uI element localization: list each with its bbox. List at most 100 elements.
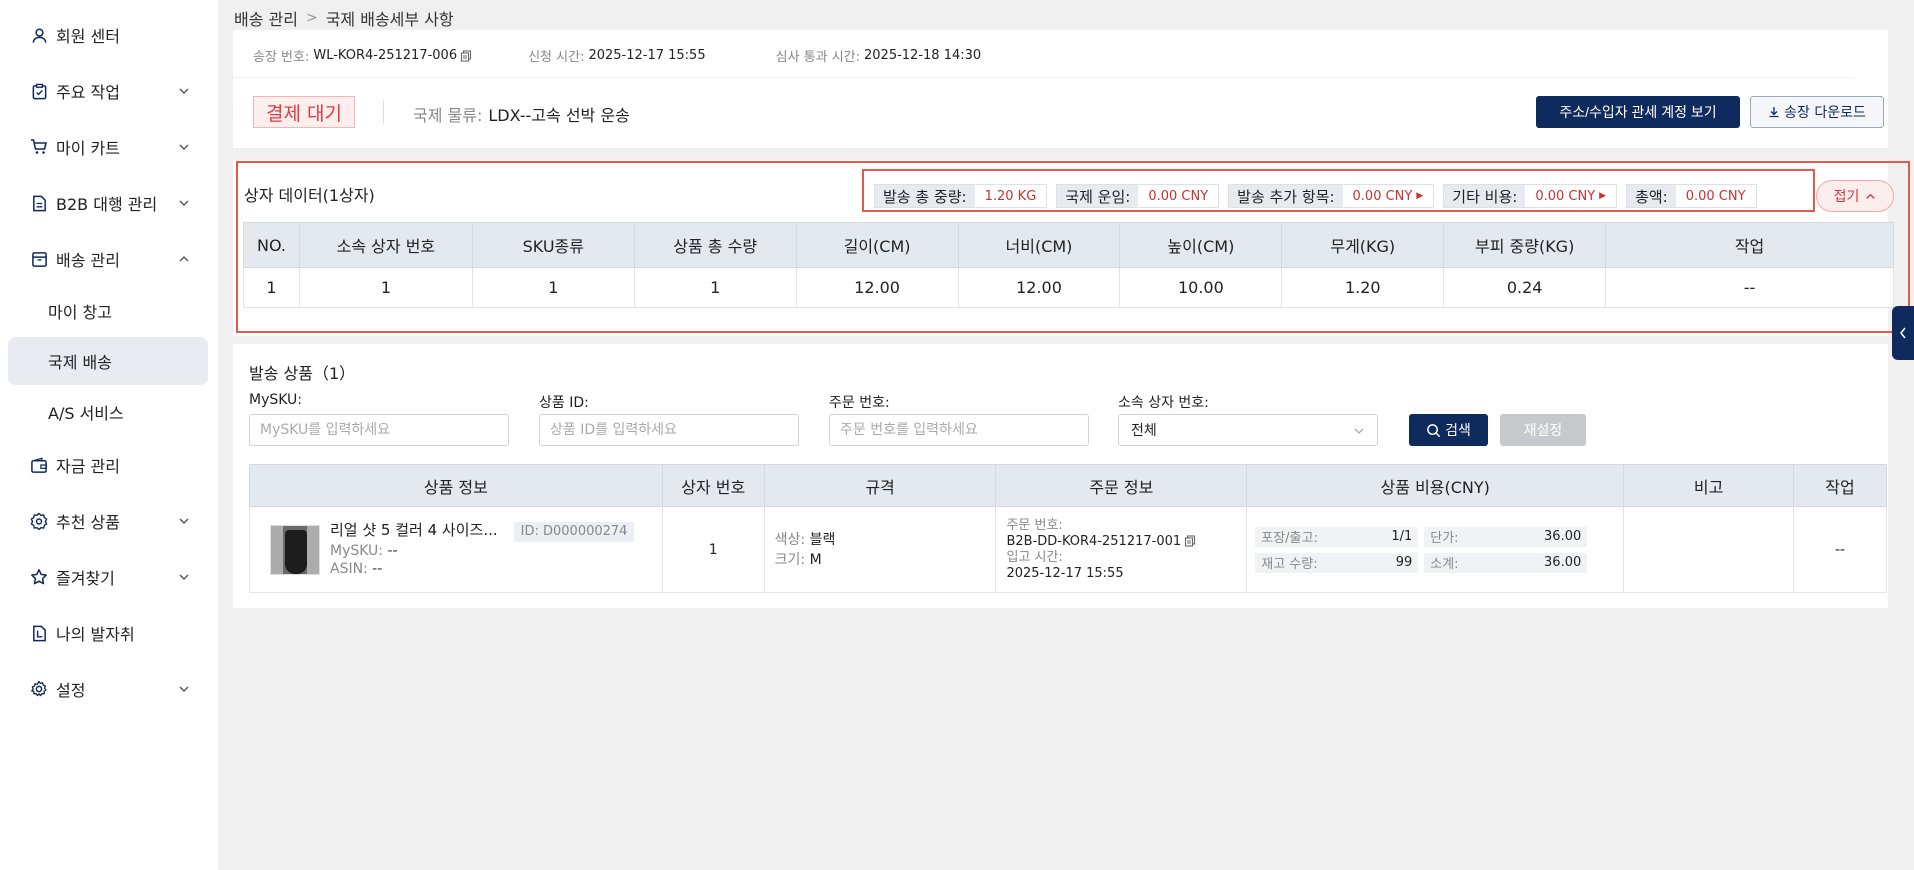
chevron-down-icon [179, 200, 189, 206]
nav-settings[interactable]: 설정 [8, 665, 208, 713]
product-id-badge: ID: D000000274 [513, 522, 635, 542]
chevron-right-icon: > [305, 10, 318, 26]
column-header: 상품 정보 [249, 464, 663, 507]
nav-sub-international-shipping[interactable]: 국제 배송 [8, 337, 208, 385]
copy-icon[interactable] [1184, 535, 1196, 547]
download-label: 송장 다운로드 [1784, 105, 1866, 121]
star-icon [30, 568, 48, 586]
box-icon [30, 250, 48, 268]
nav-recommended[interactable]: 추천 상품 [8, 497, 208, 545]
review-time-value: 2025-12-18 14:30 [864, 48, 982, 63]
divider [383, 100, 384, 124]
product-name[interactable]: 리얼 샷 5 컬러 4 사이즈... [330, 521, 498, 539]
nav-label: 나의 발자취 [56, 625, 135, 644]
nav-funds[interactable]: 자금 관리 [8, 441, 208, 489]
breadcrumb: 배송 관리 > 국제 배송세부 사항 [234, 6, 454, 30]
table-header-row: 상품 정보 상자 번호 규격 주문 정보 상품 비용(CNY) 비고 작업 [249, 464, 1887, 507]
pill-value: 0.00 CNY [1138, 185, 1219, 207]
product-id-filter-label: 상품 ID: [539, 395, 589, 411]
caret-right-icon: ▶ [1599, 191, 1607, 201]
nav-sub-my-warehouse[interactable]: 마이 창고 [8, 287, 208, 335]
side-collapse-tab[interactable] [1892, 306, 1914, 360]
pill-label: 발송 총 중량: [875, 185, 975, 207]
stock-in-value: 2025-12-17 15:55 [1006, 565, 1124, 581]
column-header: 높이(CM) [1119, 222, 1283, 268]
fold-label: 접기 [1833, 189, 1860, 205]
pill-value: 0.00 CNY [1675, 185, 1756, 207]
cart-icon [30, 138, 48, 156]
stock-qty-item: 재고 수량: 99 [1255, 552, 1419, 573]
download-icon [1769, 107, 1779, 118]
pill-value: 0.00 CNY [1535, 188, 1596, 204]
pill-value: 0.00 CNY [1352, 188, 1413, 204]
nav-label: 주요 작업 [56, 83, 120, 102]
gear-icon [30, 680, 48, 698]
cost-label: 재고 수량: [1261, 557, 1318, 572]
nav-sub-label: A/S 서비스 [48, 404, 124, 423]
nav-label: 마이 카트 [56, 139, 120, 158]
nav-sub-label: 마이 창고 [48, 303, 112, 322]
download-invoice-button[interactable]: 송장 다운로드 [1750, 96, 1884, 128]
box-number-cell: 1 [661, 506, 765, 593]
order-number-input[interactable] [829, 414, 1089, 446]
table-cell: 10.00 [1119, 267, 1283, 308]
user-icon [30, 26, 48, 44]
size-value: M [809, 551, 822, 568]
breadcrumb-current: 국제 배송세부 사항 [325, 10, 454, 29]
stock-in-label: 입고 시간: [1006, 549, 1063, 565]
column-header: 너비(CM) [957, 222, 1121, 268]
review-time-label: 심사 통과 시간: [775, 50, 861, 65]
column-header: 상자 번호 [661, 464, 765, 507]
document-icon [30, 194, 48, 212]
size-label: 크기: [774, 551, 806, 568]
box-number-select[interactable]: 전체 [1118, 414, 1378, 446]
chevron-down-icon [1354, 428, 1364, 434]
nav-b2b[interactable]: B2B 대행 관리 [8, 179, 208, 227]
product-id-input[interactable] [539, 414, 799, 446]
copy-icon[interactable] [460, 49, 472, 62]
invoice-number: 송장 번호: WL-KOR4-251217-006 [253, 46, 472, 65]
column-header: NO. [243, 222, 300, 268]
cost-value: 36.00 [1544, 529, 1582, 544]
invoice-label: 송장 번호: [253, 50, 310, 65]
table-row: 리얼 샷 5 컬러 4 사이즈... ID: D000000274 MySKU: … [249, 506, 1887, 593]
search-label: 검색 [1445, 422, 1471, 438]
order-info-cell: 주문 번호: B2B-DD-KOR4-251217-001 입고 시간: 202… [995, 506, 1248, 593]
nav-sub-as-service[interactable]: A/S 서비스 [8, 388, 208, 436]
table-header-row: NO. 소속 상자 번호 SKU종류 상품 총 수량 길이(CM) 너비(CM)… [243, 222, 1894, 268]
spec-cell: 색상: 블랙 크기: M [763, 506, 997, 593]
nav-main-tasks[interactable]: 주요 작업 [8, 67, 208, 115]
column-header: 소속 상자 번호 [298, 222, 473, 268]
mysku-input[interactable] [249, 414, 509, 446]
nav-member-center[interactable]: 회원 센터 [8, 11, 208, 59]
total-weight-pill: 발송 총 중량: 1.20 KG [874, 184, 1048, 208]
review-time: 심사 통과 시간: 2025-12-18 14:30 [776, 46, 982, 65]
nav-label: B2B 대행 관리 [56, 195, 158, 214]
chevron-down-icon [179, 686, 189, 692]
pill-value-wrap: 0.00 CNY ▶ [1342, 185, 1434, 207]
search-button[interactable]: 검색 [1409, 414, 1488, 446]
product-thumbnail[interactable] [270, 524, 320, 575]
extra-items-pill[interactable]: 발송 추가 항목: 0.00 CNY ▶ [1228, 184, 1435, 208]
nav-favorites[interactable]: 즐겨찾기 [8, 553, 208, 601]
box-number-filter-label: 소속 상자 번호: [1118, 395, 1209, 411]
reset-button[interactable]: 재설정 [1500, 414, 1586, 446]
pill-label: 기타 비용: [1444, 185, 1526, 207]
nav-footprint[interactable]: 나의 발자취 [8, 609, 208, 657]
pack-out-item: 포장/출고: 1/1 [1255, 526, 1419, 547]
other-cost-pill[interactable]: 기타 비용: 0.00 CNY ▶ [1443, 184, 1618, 208]
nav-label: 추천 상품 [56, 513, 120, 532]
pill-label: 총액: [1627, 185, 1676, 207]
column-header: 작업 [1605, 222, 1894, 268]
meta-row: 송장 번호: WL-KOR4-251217-006 신청 시간: 2025-12… [253, 46, 981, 65]
nav-label: 배송 관리 [56, 251, 120, 270]
column-header: 비고 [1623, 464, 1795, 507]
nav-shipping[interactable]: 배송 관리 [8, 235, 208, 283]
view-account-button[interactable]: 주소/수입자 관세 계정 보기 [1536, 96, 1740, 128]
fold-button[interactable]: 접기 [1816, 180, 1894, 212]
nav-my-cart[interactable]: 마이 카트 [8, 123, 208, 171]
subtotal-item: 소계: 36.00 [1424, 552, 1588, 573]
cost-label: 소계: [1430, 557, 1459, 572]
cost-value: 1/1 [1391, 529, 1413, 544]
breadcrumb-parent[interactable]: 배송 관리 [234, 6, 298, 30]
